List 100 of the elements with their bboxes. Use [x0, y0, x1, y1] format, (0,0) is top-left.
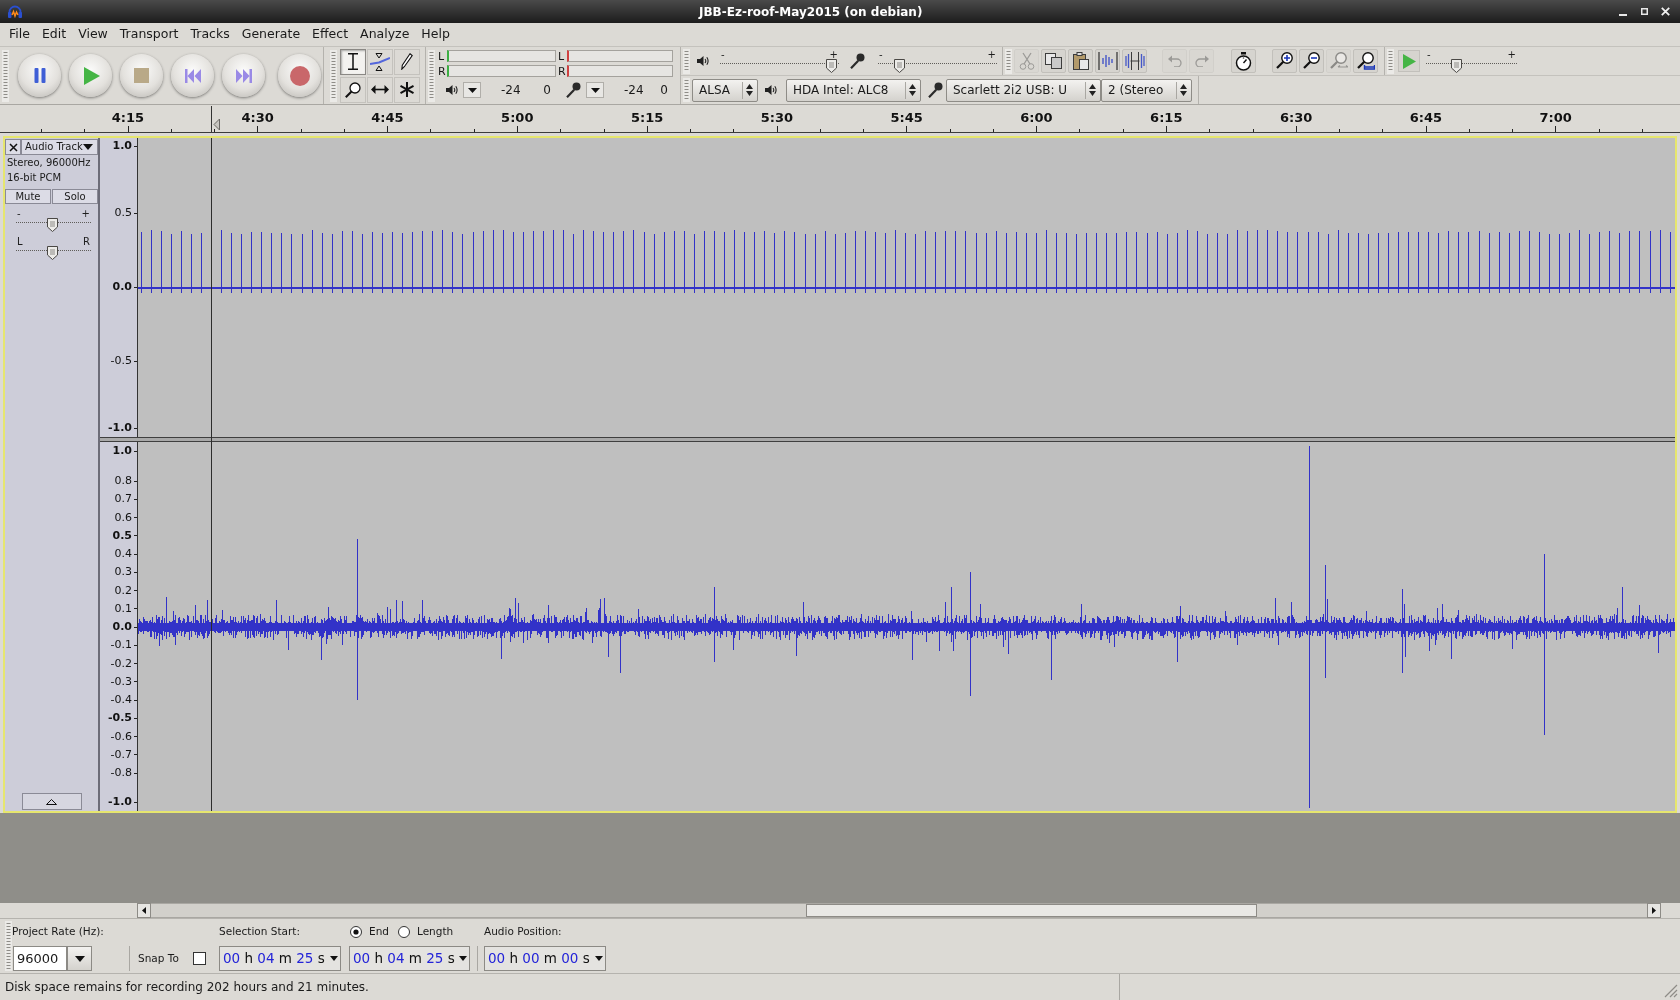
audio-host-select[interactable]: ALSA — [692, 78, 758, 102]
play-icon — [84, 66, 100, 85]
paste-button[interactable] — [1068, 49, 1093, 73]
sync-lock-button[interactable] — [1231, 49, 1256, 73]
slider-max-label: + — [987, 49, 996, 59]
track-info-text: 16-bit PCM — [6, 171, 63, 185]
slider-thumb[interactable] — [46, 218, 58, 232]
grip-icon[interactable] — [683, 78, 690, 102]
channel-label: R — [438, 65, 447, 77]
silence-button[interactable] — [1122, 49, 1147, 73]
grip-icon[interactable] — [330, 49, 337, 102]
caret-down-icon — [83, 144, 93, 150]
amplitude-label: 0.2 — [114, 583, 132, 598]
time-label: 5:15 — [630, 110, 664, 125]
menu-item[interactable]: Analyze — [354, 24, 416, 45]
selection-start-label: Selection Start: — [219, 924, 300, 940]
time-field[interactable]: 00 h 00 m 00 s — [484, 946, 606, 971]
solo-button[interactable]: Solo — [52, 189, 98, 204]
slider-thumb[interactable] — [825, 58, 837, 73]
slider-track[interactable] — [720, 58, 839, 73]
zoom-in-button[interactable] — [1272, 49, 1297, 73]
radio-option[interactable]: End — [350, 924, 389, 940]
resize-grip-icon[interactable] — [1662, 982, 1678, 998]
grip-icon[interactable] — [5, 921, 12, 971]
slider-thumb[interactable] — [894, 58, 906, 73]
maximize-icon — [1640, 8, 1648, 15]
slider-track[interactable] — [878, 58, 997, 73]
menu-item[interactable]: Effect — [306, 24, 355, 45]
snap-checkbox[interactable] — [193, 952, 206, 965]
time-field[interactable]: 00 h 04 m 25 s — [349, 946, 470, 971]
amplitude-label: 0.0 — [112, 620, 132, 634]
slider-track[interactable] — [1426, 58, 1517, 73]
menu-item[interactable]: Transport — [113, 24, 185, 45]
menu-item[interactable]: Help — [415, 24, 456, 45]
input-channels-select[interactable]: 2 (Stereo — [1101, 78, 1192, 102]
slider-min-label: - — [1427, 49, 1431, 59]
up-down-arrows-icon — [909, 84, 916, 96]
speaker-icon — [697, 55, 709, 67]
amplitude-label: 0.6 — [114, 510, 132, 525]
time-label: 4:30 — [241, 110, 274, 125]
meter-menu-button[interactable] — [586, 82, 604, 98]
selection-tool-button[interactable] — [340, 48, 366, 75]
double-arrow-icon — [371, 85, 389, 94]
meter-scale-label: -24 — [624, 82, 644, 99]
amplitude-label: -1.0 — [107, 421, 132, 435]
time-label: 6:00 — [1020, 110, 1053, 125]
up-down-arrows-icon — [1180, 84, 1187, 96]
collapse-track-button[interactable] — [21, 793, 82, 810]
pause-button[interactable] — [18, 54, 61, 97]
envelope-tool-button[interactable] — [367, 48, 393, 75]
draw-tool-button[interactable] — [394, 48, 420, 75]
radio-option[interactable]: Length — [397, 924, 454, 940]
scroll-right-button[interactable] — [1647, 903, 1661, 918]
up-down-arrows-icon — [746, 84, 753, 96]
snap-to-label: Snap To — [138, 950, 179, 966]
record-button[interactable] — [278, 54, 321, 97]
time-field[interactable]: 00 h 04 m 25 s — [219, 946, 341, 971]
output-device-select[interactable]: HDA Intel: ALC8 — [786, 78, 921, 102]
caret-down-icon — [74, 955, 85, 962]
skip-to-end-button[interactable] — [222, 54, 265, 97]
time-shift-tool-button[interactable] — [367, 76, 393, 103]
slider-min-label: - — [721, 49, 725, 59]
grip-icon[interactable] — [683, 48, 690, 74]
time-label: 6:30 — [1279, 110, 1313, 125]
rate-dropdown-button[interactable] — [67, 946, 92, 971]
skip-to-start-button[interactable] — [171, 54, 214, 97]
stopwatch-icon — [1235, 51, 1252, 71]
menu-item[interactable]: View — [72, 24, 114, 45]
grip-icon[interactable] — [1387, 48, 1394, 74]
scrollbar-thumb[interactable] — [806, 904, 1257, 917]
fit-project-button[interactable] — [1353, 49, 1378, 73]
amplitude-label: -1.0 — [107, 795, 132, 809]
grip-icon[interactable] — [428, 49, 435, 102]
grip-icon[interactable] — [1005, 48, 1012, 74]
slider-track[interactable] — [16, 218, 91, 232]
time-label: 5:45 — [890, 110, 923, 125]
scroll-left-button[interactable] — [137, 903, 151, 918]
channel-label: R — [558, 65, 567, 77]
mute-button[interactable]: Mute — [5, 189, 51, 204]
copy-button[interactable] — [1041, 49, 1066, 73]
slider-thumb[interactable] — [1450, 58, 1462, 73]
menu-item[interactable]: Generate — [235, 24, 307, 45]
zoom-tool-button[interactable] — [340, 76, 366, 103]
slider-thumb[interactable] — [46, 246, 58, 260]
multi-tool-button[interactable] — [394, 76, 420, 103]
grip-icon[interactable] — [2, 49, 9, 102]
caret-right-icon — [1652, 907, 1656, 914]
meter-scale-label: 0 — [660, 82, 668, 99]
menu-item[interactable]: File — [3, 24, 36, 45]
slider-track[interactable] — [16, 246, 91, 260]
input-device-select[interactable]: Scarlett 2i2 USB: U — [946, 78, 1101, 102]
zoom-out-button[interactable] — [1299, 49, 1324, 73]
meter-menu-button[interactable] — [463, 82, 481, 98]
track-menu-button[interactable]: Audio Track — [21, 139, 98, 155]
menu-item[interactable]: Tracks — [184, 24, 236, 45]
project-rate-field[interactable]: 96000 — [13, 946, 67, 971]
channel-label: L — [438, 50, 446, 62]
waveform-gap-icon — [1124, 52, 1145, 70]
menu-item[interactable]: Edit — [35, 24, 73, 45]
slider-min-label: - — [879, 49, 883, 59]
